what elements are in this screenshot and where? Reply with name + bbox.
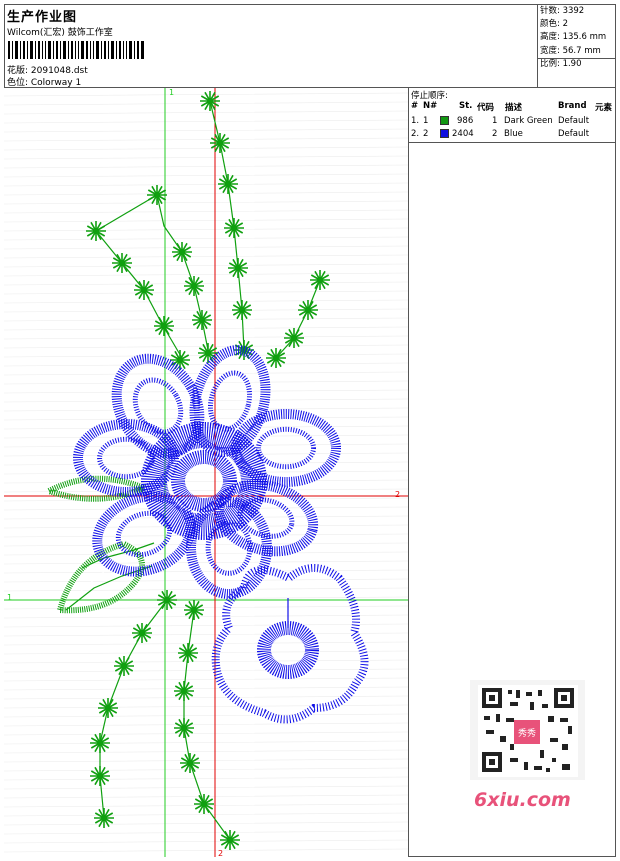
background-texture xyxy=(4,92,408,853)
row1-stitches: 986 xyxy=(457,116,474,126)
flower-petal-top-inner xyxy=(207,370,253,432)
color-count: 颜色: 2 xyxy=(540,19,568,30)
small-flower-center xyxy=(257,621,319,679)
colorway-label: 色位: Colorway 1 xyxy=(7,78,82,88)
row1-code: 1 xyxy=(492,116,498,126)
embroidery-preview: 1 1 2 2 xyxy=(4,88,409,857)
row2-num: 2. xyxy=(411,129,420,139)
green-star-stitch-25 xyxy=(98,698,118,718)
row1-needle: 1 xyxy=(423,116,429,126)
green-star-stitch-32 xyxy=(174,718,194,738)
green-star-stitch-6 xyxy=(232,300,252,320)
color-swatch-green xyxy=(440,116,449,125)
green-star-stitch-9 xyxy=(172,242,192,262)
green-star-stitch-15 xyxy=(112,253,132,273)
row2-desc: Blue xyxy=(504,129,523,139)
green-stem-5 xyxy=(95,194,158,232)
green-star-stitch-30 xyxy=(178,643,198,663)
col-stitches: St. xyxy=(459,101,473,111)
row1-num: 1. xyxy=(411,116,420,126)
green-star-stitch-19 xyxy=(298,300,318,320)
green-star-stitch-29 xyxy=(184,600,204,620)
green-star-stitch-10 xyxy=(184,276,204,296)
embroidery-design: 1 1 2 2 xyxy=(4,88,408,857)
stop-sequence-table: # N# St. 代码 描述 Brand 元素 1. 1 986 1 Dark … xyxy=(409,100,616,143)
barcode-icon xyxy=(8,41,144,59)
green-star-stitch-2 xyxy=(210,133,230,153)
green-star-stitch-4 xyxy=(224,218,244,238)
green-star-stitch-3 xyxy=(218,174,238,194)
stats-panel: 针数: 3392 颜色: 2 高度: 135.6 mm 宽度: 56.7 mm … xyxy=(537,4,616,88)
color-swatch-blue xyxy=(440,129,449,138)
green-star-stitch-33 xyxy=(180,753,200,773)
green-star-stitch-34 xyxy=(194,794,214,814)
green-star-stitch-22 xyxy=(157,590,177,610)
col-element: 元素 xyxy=(595,103,613,113)
green-star-stitch-28 xyxy=(94,808,114,828)
row2-needle: 2 xyxy=(423,129,429,139)
guide-marker-h2: 2 xyxy=(395,490,400,499)
green-star-stitch-8 xyxy=(147,185,167,205)
row1-desc: Dark Green xyxy=(504,116,553,126)
stats-divider xyxy=(538,58,616,59)
guide-marker-v2: 2 xyxy=(218,849,223,857)
row1-brand: Default xyxy=(558,116,590,126)
guide-marker-v1: 1 xyxy=(169,88,174,97)
col-num: # xyxy=(411,101,419,111)
stitch-count: 针数: 3392 xyxy=(540,6,585,16)
qr-center-label: 秀秀 xyxy=(518,727,536,739)
design-scale: 比例: 1.90 xyxy=(540,58,582,69)
green-star-stitch-5 xyxy=(228,258,248,278)
col-desc: 描述 xyxy=(505,103,523,113)
qr-code-icon: 秀秀 xyxy=(470,680,585,780)
green-star-stitch-26 xyxy=(90,733,110,753)
row2-stitches: 2404 xyxy=(452,129,474,139)
col-brand: Brand xyxy=(558,101,587,111)
green-star-stitch-24 xyxy=(114,656,134,676)
col-code: 代码 xyxy=(477,103,495,113)
green-star-stitch-17 xyxy=(86,221,106,241)
green-star-stitch-27 xyxy=(90,766,110,786)
green-star-stitch-18 xyxy=(310,270,330,290)
green-star-stitch-16 xyxy=(134,280,154,300)
studio-name: Wilcom(汇宏) 鼓饰工作室 xyxy=(7,28,113,38)
col-needle: N# xyxy=(423,101,438,111)
green-star-stitch-11 xyxy=(192,310,212,330)
header: 生产作业图 Wilcom(汇宏) 鼓饰工作室 花版: 2091048.dst 色… xyxy=(4,4,616,88)
design-height: 高度: 135.6 mm xyxy=(540,32,607,43)
green-stem-4 xyxy=(95,230,183,359)
row2-code: 2 xyxy=(492,129,498,139)
flower-petal-right-inner xyxy=(256,426,316,470)
green-star-stitch-12 xyxy=(154,316,174,336)
watermark-text: 6xiu.com xyxy=(474,789,571,811)
guide-marker-h1: 1 xyxy=(7,593,12,602)
green-star-stitch-35 xyxy=(220,830,240,850)
row2-brand: Default xyxy=(558,129,590,139)
design-width: 宽度: 56.7 mm xyxy=(540,45,601,56)
green-star-stitch-1 xyxy=(200,91,220,111)
page-title: 生产作业图 xyxy=(7,10,78,25)
